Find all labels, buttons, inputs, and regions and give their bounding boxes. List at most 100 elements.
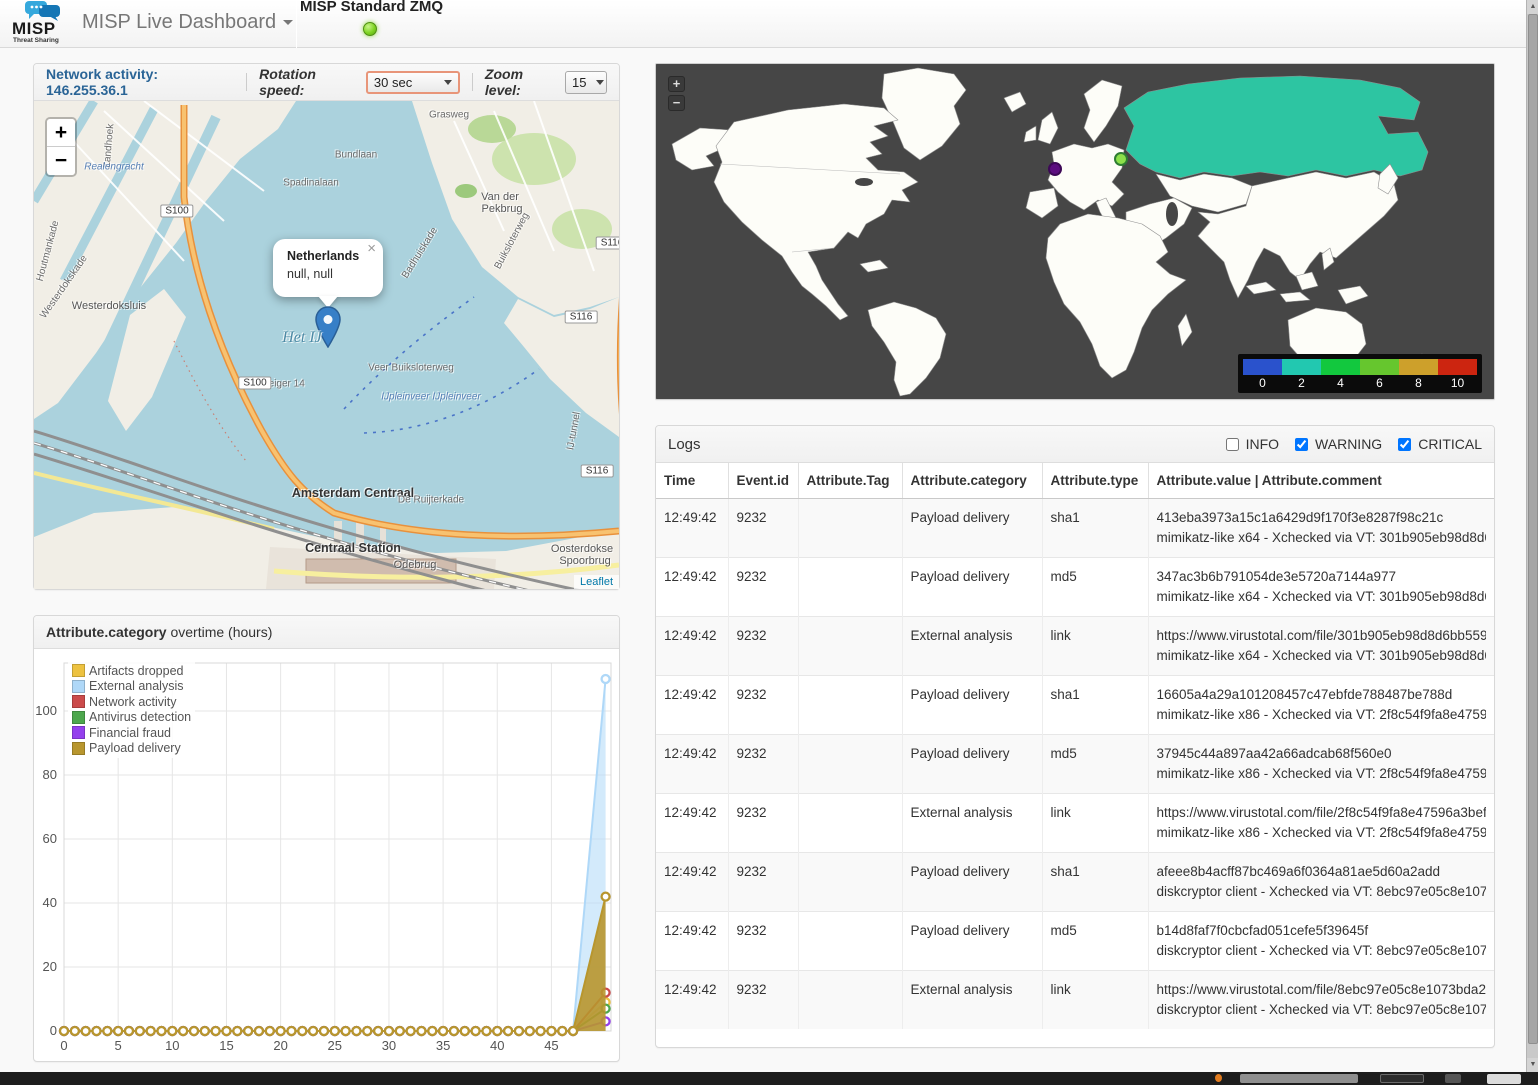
zoom-in-button[interactable]: +: [47, 119, 75, 147]
svg-text:40: 40: [43, 895, 57, 910]
log-attribute-type: link: [1042, 971, 1148, 1030]
scroll-down-icon[interactable]: ▼: [1527, 1058, 1538, 1072]
log-row: 12:49:429232External analysislinkhttps:/…: [656, 617, 1494, 676]
vertical-scrollbar[interactable]: ▲ ▼: [1526, 0, 1538, 1072]
overtime-chart-header: Attribute.category overtime (hours): [34, 616, 619, 649]
zoom-out-button[interactable]: −: [47, 147, 75, 175]
worldmap-legend-ticks: 0246810: [1243, 375, 1477, 390]
filter-checkbox-info[interactable]: [1226, 438, 1239, 451]
close-icon[interactable]: ×: [367, 242, 376, 256]
log-attribute-value-comment: 413eba3973a15c1a6429d9f170f3e8287f98c21c…: [1148, 499, 1494, 558]
col-attribute-value-comment: Attribute.value | Attribute.comment: [1148, 463, 1494, 499]
filter-checkbox-warning[interactable]: [1295, 438, 1308, 451]
legend-tick: 10: [1438, 375, 1477, 390]
taskbar-item[interactable]: [1445, 1074, 1461, 1083]
map-attribution[interactable]: Leaflet: [574, 575, 619, 589]
log-event-id: 9232: [728, 617, 798, 676]
log-time: 12:49:42: [656, 971, 728, 1030]
taskbar-item[interactable]: [1380, 1074, 1424, 1083]
legend-color-segment: [1399, 359, 1438, 375]
log-attribute-category: Payload delivery: [902, 499, 1042, 558]
col-attribute-type: Attribute.type: [1042, 463, 1148, 499]
log-attribute-type: sha1: [1042, 676, 1148, 735]
network-activity-header: Network activity: 146.255.36.1 Rotation …: [34, 64, 619, 101]
svg-text:40: 40: [490, 1038, 504, 1053]
zoom-level-label: Zoom level:: [485, 66, 559, 98]
taskbar-item[interactable]: [1487, 1074, 1521, 1084]
log-row: 12:49:429232External analysislinkhttps:/…: [656, 971, 1494, 1030]
misp-logo[interactable]: MISP Threat Sharing: [10, 0, 74, 48]
header-divider: [246, 73, 247, 91]
log-attribute-tag: [798, 794, 902, 853]
rotation-speed-select[interactable]: 30 sec: [366, 71, 460, 94]
map-marker-pin[interactable]: [315, 306, 341, 348]
logs-table-header-row: Time Event.id Attribute.Tag Attribute.ca…: [656, 463, 1494, 499]
misp-live-dashboard: MISP Threat Sharing MISP Live Dashboard …: [0, 0, 1538, 1085]
scroll-up-icon[interactable]: ▲: [1527, 0, 1538, 14]
log-attribute-type: sha1: [1042, 853, 1148, 912]
rotation-speed-label: Rotation speed:: [259, 66, 360, 98]
log-time: 12:49:42: [656, 499, 728, 558]
world-map-panel[interactable]: + − 0246810: [655, 63, 1495, 400]
legend-swatch: [72, 664, 85, 677]
filter-critical[interactable]: CRITICAL: [1394, 435, 1482, 454]
chart-title-rest: overtime (hours): [167, 624, 273, 640]
brand-tagline: Threat Sharing: [13, 37, 59, 44]
chart-legend-item: External analysis: [72, 679, 191, 695]
log-attribute-type: sha1: [1042, 499, 1148, 558]
worldmap-legend: 0246810: [1238, 354, 1482, 393]
log-attribute-category: Payload delivery: [902, 676, 1042, 735]
logs-panel: Logs INFOWARNINGCRITICAL Time Event.id A…: [655, 425, 1495, 1048]
zoom-in-button[interactable]: +: [668, 76, 685, 92]
overtime-chart: 020406080100051015202530354045 Artifacts…: [34, 649, 619, 1061]
log-attribute-type: link: [1042, 794, 1148, 853]
zoom-out-button[interactable]: −: [668, 95, 685, 111]
worldmap-zoom-control: + −: [668, 76, 685, 114]
log-attribute-category: Payload delivery: [902, 558, 1042, 617]
dashboard-menu[interactable]: MISP Live Dashboard: [82, 11, 293, 34]
svg-text:20: 20: [43, 959, 57, 974]
log-attribute-tag: [798, 617, 902, 676]
log-row: 12:49:429232External analysislinkhttps:/…: [656, 794, 1494, 853]
taskbar-icon[interactable]: [1215, 1074, 1222, 1082]
zmq-label: MISP Standard ZMQ: [300, 0, 440, 15]
logs-table: Time Event.id Attribute.Tag Attribute.ca…: [656, 463, 1494, 1029]
log-event-id: 9232: [728, 853, 798, 912]
legend-tick: 2: [1282, 375, 1321, 390]
log-row: 12:49:429232Payload deliverysha116605a4a…: [656, 676, 1494, 735]
log-attribute-category: External analysis: [902, 794, 1042, 853]
street-map[interactable]: Netherlands null, null × + − Leaflet Gra…: [34, 101, 619, 589]
legend-color-segment: [1282, 359, 1321, 375]
navbar-divider: [296, 0, 297, 48]
log-attribute-value-comment: https://www.virustotal.com/file/8ebc97e0…: [1148, 971, 1494, 1030]
log-attribute-category: External analysis: [902, 617, 1042, 676]
filter-info[interactable]: INFO: [1222, 435, 1279, 454]
taskbar[interactable]: [0, 1072, 1538, 1085]
header-divider: [472, 73, 473, 91]
log-event-id: 9232: [728, 676, 798, 735]
log-row: 12:49:429232Payload deliverymd537945c44a…: [656, 735, 1494, 794]
scrollbar-thumb[interactable]: [1528, 14, 1538, 1044]
log-attribute-tag: [798, 912, 902, 971]
log-attribute-type: md5: [1042, 735, 1148, 794]
legend-tick: 6: [1360, 375, 1399, 390]
log-attribute-tag: [798, 676, 902, 735]
chart-legend-item: Network activity: [72, 694, 191, 710]
zoom-level-select[interactable]: 15: [565, 71, 607, 94]
event-location-marker: [1114, 152, 1128, 166]
netherlands-highlight: [1048, 162, 1062, 176]
svg-text:60: 60: [43, 831, 57, 846]
legend-color-segment: [1321, 359, 1360, 375]
log-time: 12:49:42: [656, 735, 728, 794]
svg-text:15: 15: [219, 1038, 233, 1053]
log-row: 12:49:429232Payload deliverymd5347ac3b6b…: [656, 558, 1494, 617]
filter-checkbox-critical[interactable]: [1398, 438, 1411, 451]
taskbar-item[interactable]: [1240, 1074, 1358, 1083]
filter-warning[interactable]: WARNING: [1291, 435, 1382, 454]
log-attribute-category: Payload delivery: [902, 912, 1042, 971]
caret-down-icon: [596, 80, 604, 85]
svg-text:5: 5: [115, 1038, 122, 1053]
logs-header: Logs INFOWARNINGCRITICAL: [656, 426, 1494, 463]
log-time: 12:49:42: [656, 912, 728, 971]
legend-swatch: [72, 711, 85, 724]
